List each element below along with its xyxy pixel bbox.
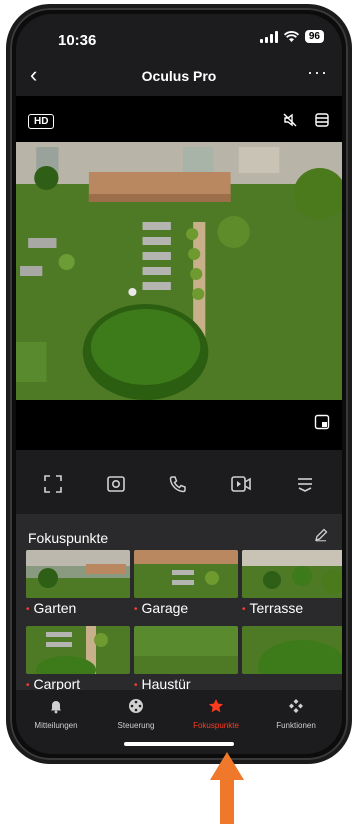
picture-in-picture-icon[interactable] <box>314 414 330 430</box>
wifi-icon <box>283 30 299 42</box>
focus-thumb-extra[interactable] <box>242 626 342 674</box>
focus-points-title: Fokuspunkte <box>28 530 109 546</box>
list-icon[interactable] <box>314 112 330 128</box>
record-video-icon[interactable] <box>230 474 252 494</box>
focus-thumb-garage[interactable] <box>134 550 238 598</box>
battery-icon: 96 <box>304 30 324 43</box>
tab-label: Mitteilungen <box>34 721 78 730</box>
more-button[interactable]: ··· <box>307 62 328 83</box>
tab-mitteilungen[interactable]: Mitteilungen <box>16 698 96 730</box>
grid-icon <box>289 699 303 713</box>
bell-icon <box>51 701 61 714</box>
camera-image <box>16 142 342 400</box>
tab-fokuspunkte[interactable]: Fokuspunkte <box>176 698 256 730</box>
focus-thumb-haustuer[interactable] <box>134 626 238 674</box>
app-screen: 10:36 96 ‹ Oculus Pro ··· HD Fokuspunkte… <box>16 14 342 754</box>
status-bar: 10:36 96 <box>16 14 342 58</box>
page-title: Oculus Pro <box>141 68 217 84</box>
tab-label: Funktionen <box>276 721 316 730</box>
focus-thumb-image <box>134 626 238 674</box>
live-video[interactable]: HD <box>16 96 342 450</box>
menu-icon[interactable] <box>295 474 315 494</box>
fullscreen-icon[interactable] <box>43 474 63 494</box>
focus-thumb-image <box>242 550 342 598</box>
phone-call-icon[interactable] <box>168 474 188 494</box>
focus-thumb-carport[interactable] <box>26 626 130 674</box>
nav-bar: ‹ Oculus Pro ··· <box>16 62 342 92</box>
tab-steuerung[interactable]: Steuerung <box>96 698 176 730</box>
video-controls <box>16 460 342 508</box>
snapshot-icon[interactable] <box>106 474 126 494</box>
star-icon <box>209 699 223 713</box>
focus-thumb-image <box>26 550 130 598</box>
focus-label-terrasse: • Terrasse <box>242 600 304 616</box>
tab-label: Fokuspunkte <box>193 721 239 730</box>
focus-points-panel: Fokuspunkte • Garten • Garage • Terrasse… <box>16 514 342 704</box>
pointer-arrow-icon <box>210 752 244 824</box>
focus-thumb-image <box>242 626 342 674</box>
tab-funktionen[interactable]: Funktionen <box>256 698 336 730</box>
focus-label-garage: • Garage <box>134 600 189 616</box>
joystick-icon <box>129 699 143 713</box>
focus-thumb-image <box>134 550 238 598</box>
tab-label: Steuerung <box>117 721 155 730</box>
home-indicator <box>124 742 234 746</box>
signal-icon <box>259 30 278 43</box>
tab-bar: Mitteilungen Steuerung Fokuspunkte Funkt… <box>16 690 342 754</box>
focus-thumb-image <box>26 626 130 674</box>
mute-icon[interactable] <box>282 112 298 128</box>
status-time: 10:36 <box>58 32 97 49</box>
focus-thumb-terrasse[interactable] <box>242 550 342 598</box>
focus-label-garten: • Garten <box>26 600 77 616</box>
status-icons: 96 <box>259 30 324 43</box>
video-top-icons <box>282 112 330 128</box>
hd-toggle[interactable]: HD <box>28 114 55 129</box>
focus-thumb-garten[interactable] <box>26 550 130 598</box>
phone-frame: 10:36 96 ‹ Oculus Pro ··· HD Fokuspunkte… <box>6 4 352 764</box>
edit-icon[interactable] <box>314 528 328 542</box>
